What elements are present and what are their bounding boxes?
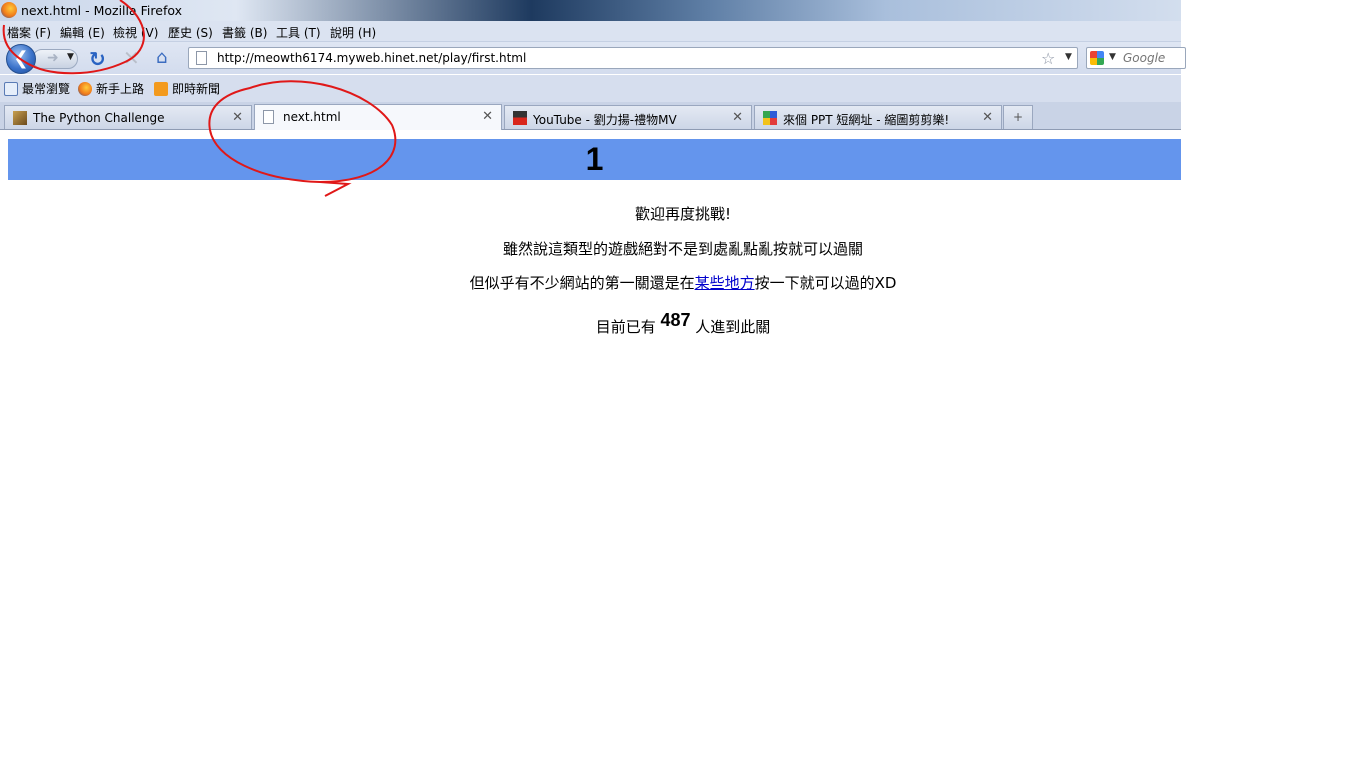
close-tab-icon[interactable]: ✕: [232, 110, 243, 125]
bookmarks-toolbar: 最常瀏覽 新手上路 即時新聞: [0, 75, 1181, 103]
tab-python-challenge[interactable]: The Python Challenge ✕: [4, 105, 252, 129]
plus-icon: +: [1012, 110, 1024, 124]
counter-suffix: 人進到此關: [690, 318, 771, 336]
level-number: 1: [585, 141, 604, 177]
hint-text: 雖然說這類型的遊戲絕對不是到處亂點亂按就可以過關: [502, 240, 863, 258]
navigation-toolbar: ➜ ▼ ❮ ↻ ✕ ⌂ ☆ ▼ ▼: [0, 42, 1186, 74]
welcome-text: 歡迎再度挑戰!: [634, 205, 731, 223]
bookmark-star-icon[interactable]: ☆: [1041, 49, 1055, 68]
tab-label: YouTube - 劉力揚-禮物MV: [533, 113, 677, 127]
window-title: next.html - Mozilla Firefox: [21, 3, 183, 18]
history-dropdown-icon[interactable]: ▼: [67, 52, 74, 62]
reload-icon[interactable]: ↻: [89, 47, 106, 71]
url-input[interactable]: [217, 49, 1017, 67]
menu-bookmarks[interactable]: 書籤 (B): [222, 24, 267, 41]
visitor-counter: 目前已有 487 人進到此關: [0, 310, 1366, 337]
new-tab-button[interactable]: +: [1003, 105, 1033, 129]
visitor-count: 487: [660, 310, 691, 330]
menu-history[interactable]: 歷史 (S): [168, 24, 213, 41]
site-page-icon: [196, 51, 207, 65]
bookmark-latest-news[interactable]: 即時新聞: [154, 80, 220, 96]
menu-edit[interactable]: 編輯 (E): [60, 24, 105, 41]
ppt-icon: [763, 111, 777, 125]
search-input[interactable]: [1123, 49, 1185, 67]
firefox-icon: [78, 81, 92, 96]
tab-label: The Python Challenge: [33, 111, 165, 125]
back-arrow-icon: ❮: [13, 48, 29, 69]
tab-strip: The Python Challenge ✕ next.html ✕ YouTu…: [0, 102, 1181, 130]
menu-file[interactable]: 檔案 (F): [7, 24, 51, 41]
back-button[interactable]: ❮: [6, 44, 36, 74]
tab-ppt-short-url[interactable]: 來個 PPT 短網址 - 縮圖剪剪樂! ✕: [754, 105, 1002, 129]
title-bar: next.html - Mozilla Firefox: [0, 0, 1181, 21]
bookmark-getting-started[interactable]: 新手上路: [78, 80, 144, 96]
search-engine-dropdown-icon[interactable]: ▼: [1109, 52, 1116, 62]
tab-label: 來個 PPT 短網址 - 縮圖剪剪樂!: [783, 113, 950, 127]
menu-view[interactable]: 檢視 (V): [113, 24, 158, 41]
stop-icon[interactable]: ✕: [123, 46, 140, 70]
home-icon[interactable]: ⌂: [156, 47, 178, 68]
rss-feed-icon: [154, 81, 168, 96]
firefox-icon: [1, 2, 17, 18]
bookmark-label: 最常瀏覽: [22, 82, 71, 96]
bookmark-label: 新手上路: [96, 82, 145, 96]
somewhere-link[interactable]: 某些地方: [695, 274, 755, 292]
url-dropdown-icon[interactable]: ▼: [1065, 52, 1072, 62]
bookmark-most-visited[interactable]: 最常瀏覽: [4, 80, 70, 96]
tab-youtube[interactable]: YouTube - 劉力揚-禮物MV ✕: [504, 105, 752, 129]
close-tab-icon[interactable]: ✕: [732, 110, 743, 125]
google-icon[interactable]: [1090, 51, 1104, 65]
forward-arrow-icon: ➜: [47, 50, 59, 66]
counter-prefix: 目前已有: [595, 318, 661, 336]
clue-text-end: 按一下就可以過的XD: [754, 274, 897, 292]
close-tab-icon[interactable]: ✕: [482, 109, 493, 124]
clue-text: 但似乎有不少網站的第一關還是在某些地方按一下就可以過的XD: [0, 272, 1366, 293]
search-bar[interactable]: ▼: [1086, 47, 1186, 69]
magnifier-page-icon: [4, 81, 18, 96]
level-banner: 1: [8, 139, 1181, 180]
tab-label: next.html: [283, 110, 341, 124]
menu-bar: 檔案 (F) 編輯 (E) 檢視 (V) 歷史 (S) 書籤 (B) 工具 (T…: [0, 21, 1181, 42]
bookmark-label: 即時新聞: [172, 82, 221, 96]
close-tab-icon[interactable]: ✕: [982, 110, 993, 125]
page-icon: [263, 110, 274, 124]
page-content: 1: [0, 131, 1181, 768]
forward-button[interactable]: ➜ ▼: [32, 49, 78, 69]
python-challenge-icon: [13, 111, 27, 125]
menu-tools[interactable]: 工具 (T): [276, 24, 321, 41]
tab-next-html[interactable]: next.html ✕: [254, 104, 502, 130]
youtube-icon: [513, 111, 527, 125]
clue-text-start: 但似乎有不少網站的第一關還是在: [469, 274, 695, 292]
firefox-window: next.html - Mozilla Firefox 檔案 (F) 編輯 (E…: [0, 0, 1186, 768]
address-bar[interactable]: ☆ ▼: [188, 47, 1078, 69]
menu-help[interactable]: 說明 (H): [330, 24, 376, 41]
